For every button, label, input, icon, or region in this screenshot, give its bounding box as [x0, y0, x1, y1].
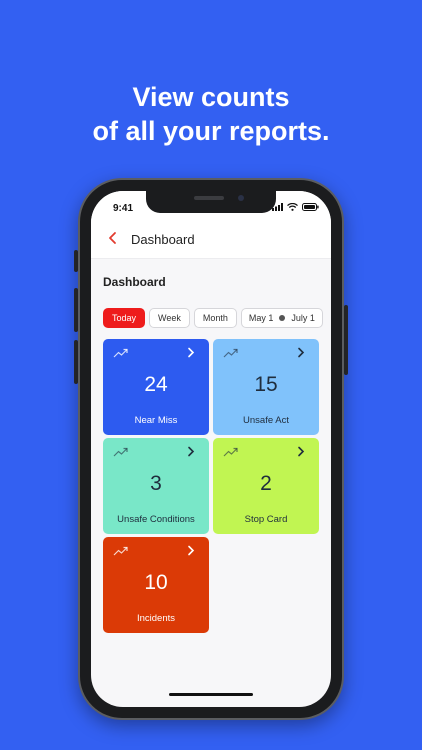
front-camera: [238, 195, 244, 201]
card-incidents[interactable]: 10 Incidents: [103, 537, 209, 633]
range-separator-icon: [279, 315, 286, 321]
trend-up-icon: [113, 546, 128, 556]
chevron-left-icon: [109, 232, 116, 244]
filter-month[interactable]: Month: [193, 308, 237, 328]
card-label: Unsafe Conditions: [117, 514, 195, 525]
card-label: Near Miss: [134, 415, 178, 426]
trend-up-icon: [113, 447, 128, 457]
range-start: May 1: [248, 313, 274, 323]
phone-screen: 9:41 Dashboard Dashboard Today Week Mont…: [91, 191, 331, 707]
headline-line-2: of all your reports.: [92, 116, 330, 146]
filter-week[interactable]: Week: [149, 308, 190, 328]
date-range-picker[interactable]: May 1 July 1: [240, 308, 323, 328]
chevron-right-icon: [188, 446, 195, 457]
card-label: Incidents: [136, 613, 176, 624]
wifi-icon: [287, 203, 298, 211]
headline-line-1: View counts: [132, 82, 290, 112]
app-bar-title: Dashboard: [131, 232, 195, 247]
card-count: 15: [254, 373, 278, 396]
card-stop-card[interactable]: 2 Stop Card: [213, 438, 319, 534]
status-time: 9:41: [113, 203, 134, 214]
trend-up-icon: [223, 348, 238, 358]
section-title: Dashboard: [103, 275, 166, 289]
phone-power-button: [344, 305, 348, 375]
card-count: 3: [150, 472, 162, 495]
card-label: Stop Card: [244, 514, 288, 525]
phone-notch: [146, 191, 276, 213]
chevron-right-icon: [188, 545, 195, 556]
card-unsafe-act[interactable]: 15 Unsafe Act: [213, 339, 319, 435]
chevron-right-icon: [298, 446, 305, 457]
home-indicator[interactable]: [169, 693, 253, 696]
card-unsafe-conditions[interactable]: 3 Unsafe Conditions: [103, 438, 209, 534]
status-icons: [272, 203, 319, 211]
card-label: Unsafe Act: [243, 415, 289, 426]
filter-today[interactable]: Today: [103, 308, 146, 328]
battery-icon: [302, 203, 319, 211]
trend-up-icon: [113, 348, 128, 358]
range-end: July 1: [291, 313, 315, 323]
card-count: 2: [260, 472, 272, 495]
app-bar: Dashboard: [91, 221, 331, 259]
trend-up-icon: [223, 447, 238, 457]
card-count: 24: [144, 373, 168, 396]
back-button[interactable]: [105, 230, 121, 246]
speaker-grille: [194, 196, 224, 200]
chevron-right-icon: [188, 347, 195, 358]
card-count: 10: [144, 571, 168, 594]
chevron-right-icon: [298, 347, 305, 358]
headline: View counts of all your reports.: [0, 80, 422, 148]
date-filter-bar: Today Week Month May 1 July 1: [103, 308, 323, 328]
card-near-miss[interactable]: 24 Near Miss: [103, 339, 209, 435]
